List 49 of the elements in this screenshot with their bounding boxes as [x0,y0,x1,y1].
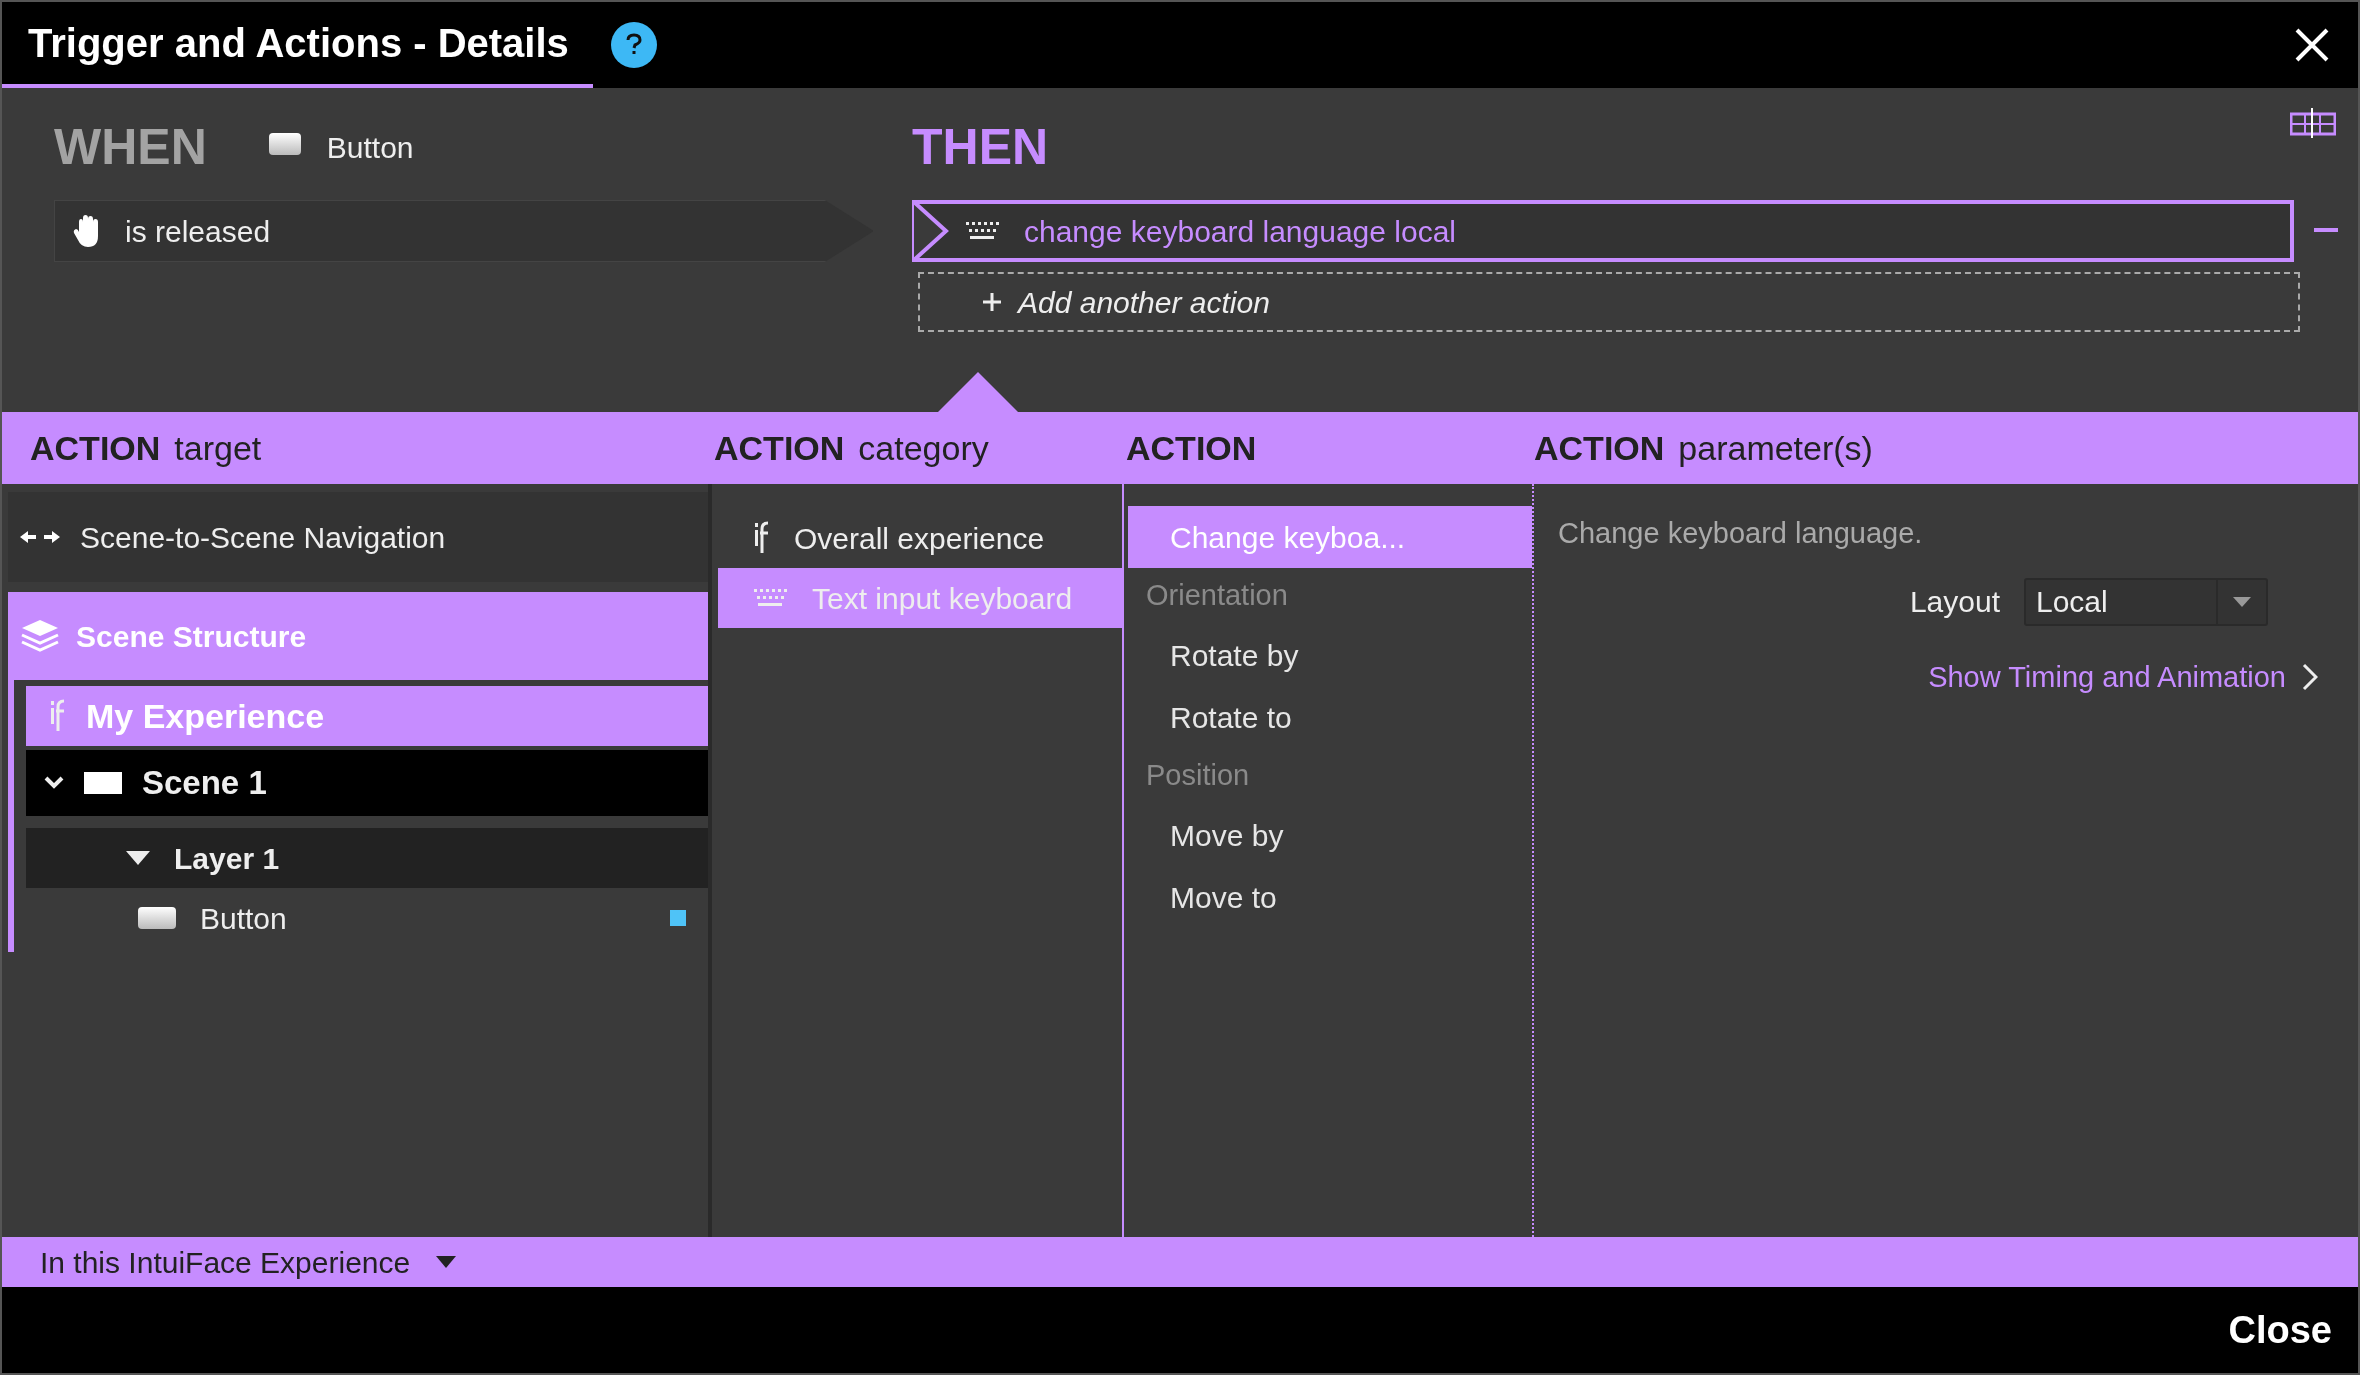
chevron-icon[interactable] [44,776,64,790]
keyboard-icon [964,220,1000,242]
tree-item[interactable]: Layer 1 [26,828,708,888]
layout-label: Layout [1909,584,2000,620]
timing-link[interactable]: Show Timing and Animation [1928,655,2286,699]
action-item[interactable]: Rotate by [1128,624,1532,686]
help-icon[interactable] [610,22,657,68]
group-label: Position [1145,758,1251,794]
timeline-icon[interactable] [2290,108,2336,138]
action-item[interactable]: Move to [1128,866,1532,928]
column-header: ACTION target [29,427,263,469]
hand-icon [73,214,101,248]
experience-icon [48,699,66,733]
plus-icon [982,292,1002,312]
action-description: Change keyboard language. [1558,516,1924,551]
chevron-right-icon[interactable] [2302,663,2318,692]
scope-bar[interactable]: In this IntuiFace Experience [2,1237,2358,1287]
window-title: Trigger and Actions - Details [2,2,593,88]
layout-dropdown[interactable]: Local [2024,577,2268,626]
category-item[interactable]: Overall experience [718,508,1122,568]
action-field[interactable]: change keyboard language local [912,200,2294,262]
source-label: Button [326,129,414,166]
trigger-label: is released [125,213,271,250]
action-item[interactable]: Move by [1128,804,1532,866]
button-shape-icon [268,132,301,155]
column-header: ACTION [1125,427,1258,469]
dropdown-caret-icon [436,1256,457,1268]
dropdown-caret-icon [2233,596,2251,607]
column-header: ACTION category [713,427,990,469]
close-button[interactable]: Close [2228,1301,2332,1359]
remove-icon[interactable] [2314,228,2338,234]
scene-icon [84,772,122,794]
trigger-field[interactable]: is released [54,200,874,262]
column-header: ACTION parameter(s) [1534,427,1874,469]
keyboard-icon [752,587,788,609]
layers-icon [20,618,60,654]
triangle-icon[interactable] [126,851,150,865]
close-icon[interactable] [2294,27,2330,63]
tree-item[interactable]: Button [26,888,708,948]
group-label: Orientation [1145,578,1289,614]
when-heading: WHEN [54,117,207,177]
button-shape-icon [138,907,176,929]
arrows-icon [20,530,60,544]
action-item[interactable]: Rotate to [1128,686,1532,748]
add-action-button[interactable]: Add another action [918,272,2300,332]
tree-item[interactable]: Scene 1 [26,750,708,816]
then-heading: THEN [912,117,1049,177]
experience-icon [752,521,770,555]
navigation-item[interactable]: Scene-to-Scene Navigation [8,492,708,582]
